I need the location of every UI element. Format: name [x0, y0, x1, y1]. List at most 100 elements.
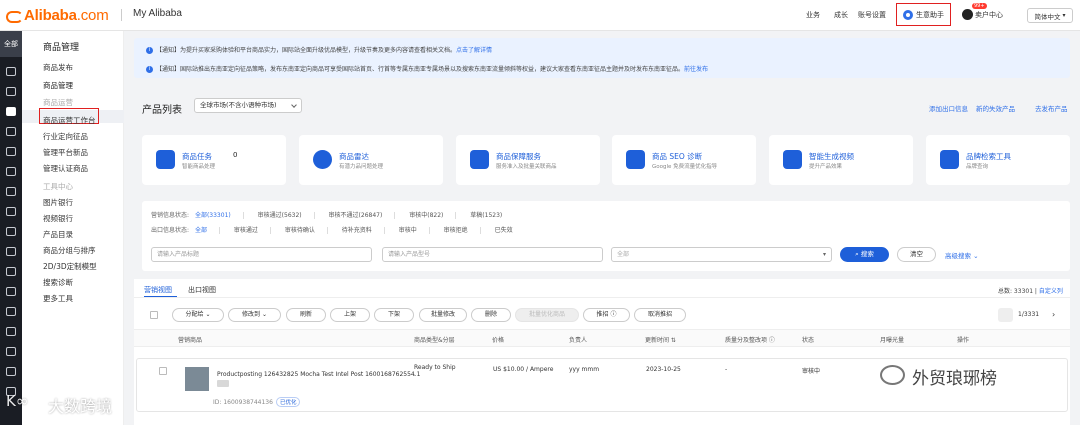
product-icon[interactable] [6, 107, 16, 116]
sidebar: 商品管理 商品发布 商品管理 商品运营 商品运营工作台 行业定向征品 管理平台新… [22, 31, 124, 425]
select-all-checkbox[interactable] [150, 311, 158, 319]
marketing-icon[interactable] [6, 127, 16, 136]
order-icon[interactable] [6, 207, 16, 216]
refresh-button[interactable]: 刷新 [286, 308, 326, 322]
info-icon: i [146, 47, 153, 54]
sidebar-item-industry[interactable]: 行业定向征品 [43, 131, 88, 142]
card-guarantee-service[interactable]: 商品保障服务 服务准入及批量关联商品 [456, 135, 600, 185]
filter-option[interactable]: 审核通过(5632) [258, 212, 302, 219]
home-icon[interactable] [6, 67, 16, 76]
row-checkbox[interactable] [159, 367, 167, 375]
filter-option[interactable]: 已失效 [495, 227, 513, 234]
card-smart-video[interactable]: 智能生成视频 提升产品效果 [769, 135, 913, 185]
globe-icon[interactable] [6, 267, 16, 276]
sidebar-item-certified[interactable]: 管理认证商品 [43, 163, 88, 174]
sidebar-item-image-bank[interactable]: 图片银行 [43, 197, 73, 208]
sidebar-item-video-bank[interactable]: 视频银行 [43, 213, 73, 224]
advanced-search-link[interactable]: 高级搜索 ⌄ [945, 250, 979, 260]
chevron-right-icon[interactable]: › [1052, 310, 1055, 319]
nav-business[interactable]: 业务 [806, 10, 820, 20]
product-status: 审核中 [802, 368, 821, 375]
tool-cards: 商品任务 智能商品处理 0 商品雷达 有潜力品问题处理 商品保障服务 服务准入及… [142, 135, 1070, 185]
publish-product-link[interactable]: 去发布产品 [1035, 103, 1068, 113]
card-product-radar[interactable]: 商品雷达 有潜力品问题处理 [299, 135, 443, 185]
category-select[interactable]: 全部 ▾ [611, 247, 832, 262]
logistics-icon[interactable] [6, 227, 16, 236]
filter-option[interactable]: 草稿(1523) [470, 212, 502, 219]
sort-icon: ⇅ [669, 337, 676, 344]
clear-button[interactable]: 清空 [897, 247, 936, 262]
assign-dropdown[interactable]: 分配给 ⌄ [172, 308, 224, 322]
tab-export-view[interactable]: 出口视图 [188, 285, 216, 295]
filter-option[interactable]: 全部(33301) [195, 212, 231, 219]
alibaba-logo[interactable]: Alibaba.com [6, 6, 109, 24]
product-title[interactable]: Productposting 126432825 Mocha Test Inte… [217, 371, 420, 378]
filter-option[interactable]: 审核通过 [234, 227, 258, 234]
sidebar-item-publish[interactable]: 商品发布 [43, 62, 73, 73]
filter-option[interactable]: 审核中 [399, 227, 417, 234]
book-icon[interactable] [6, 327, 16, 336]
sidebar-item-manage[interactable]: 商品管理 [43, 80, 73, 91]
move-to-dropdown[interactable]: 修改到 ⌄ [228, 308, 281, 322]
message-icon[interactable] [6, 187, 16, 196]
search-button[interactable]: ⌕ 搜索 [840, 247, 889, 262]
nav-account-settings[interactable]: 账号设置 [858, 10, 886, 20]
total-label: 总数: 33301 | [998, 288, 1037, 295]
section-title[interactable]: My Alibaba [133, 8, 182, 19]
shield-icon[interactable] [6, 347, 16, 356]
shop-icon[interactable] [6, 307, 16, 316]
notice-link[interactable]: 点击了解详情 [456, 47, 492, 54]
product-title-input[interactable]: 请输入产品标题 [151, 247, 372, 262]
product-thumbnail[interactable] [185, 367, 209, 391]
sidebar-item-3d-model[interactable]: 2D/3D定制模型 [43, 261, 97, 272]
filter-option[interactable]: 审核拒绝 [444, 227, 468, 234]
list-on-button[interactable]: 上架 [330, 308, 370, 322]
store-icon[interactable] [6, 87, 16, 96]
user-icon[interactable] [6, 287, 16, 296]
sidebar-item-catalog[interactable]: 产品目录 [43, 229, 73, 240]
product-model-input[interactable]: 请输入产品型号 [382, 247, 603, 262]
rail-all[interactable]: 全部 [0, 31, 22, 57]
card-brand-search[interactable]: 品牌检索工具 品牌查询 [926, 135, 1070, 185]
cancel-promote-button[interactable]: 取消推招 [634, 308, 686, 322]
product-quality: - [725, 366, 728, 373]
sidebar-item-more-tools[interactable]: 更多工具 [43, 293, 73, 304]
broadcast-icon[interactable] [6, 167, 16, 176]
card-title: 品牌检索工具 [966, 152, 1011, 161]
add-export-info-link[interactable]: 添加出口信息 [929, 103, 968, 113]
finance-icon[interactable] [6, 247, 16, 256]
delete-button[interactable]: 删除 [471, 308, 511, 322]
sidebar-item-workbench[interactable]: 商品运营工作台 [43, 115, 96, 126]
card-seo-diagnosis[interactable]: 商品 SEO 诊断 Google 免费流量优化指导 [612, 135, 756, 185]
language-select[interactable]: 简体中文 ▾ [1027, 8, 1073, 23]
customize-columns-link[interactable]: 自定义列 [1039, 288, 1063, 295]
filter-option[interactable]: 审核不通过(26847) [329, 212, 383, 219]
nav-growth[interactable]: 成长 [834, 10, 848, 20]
chevron-left-icon[interactable] [998, 308, 1013, 322]
market-select[interactable]: 全球市场(不含小语种市场) [194, 98, 302, 113]
promote-button[interactable]: 推招 ⓘ [583, 308, 630, 322]
sidebar-item-grouping[interactable]: 商品分组与排序 [43, 245, 96, 256]
sidebar-item-search-diagnosis[interactable]: 搜索诊断 [43, 277, 73, 288]
list-off-button[interactable]: 下架 [374, 308, 414, 322]
chart-icon[interactable] [6, 147, 16, 156]
seller-center-link[interactable]: 99+ 卖户中心 [962, 3, 1003, 20]
network-icon[interactable] [6, 367, 16, 376]
col-updated-label: 更新时间 [645, 337, 670, 344]
filter-option[interactable]: 待补充资料 [342, 227, 372, 234]
filter-option[interactable]: 全部 [195, 227, 207, 234]
notice-banner: i 【通知】为提升买家采购体验和平台商品实力，国际站全面升级优品模型，升级节奏及更… [134, 38, 1070, 78]
filter-option[interactable]: 审核待确认 [285, 227, 315, 234]
batch-optimize-button[interactable]: 批量优化商品 [515, 308, 579, 322]
invalid-products-link[interactable]: 新的失效产品 [976, 103, 1015, 113]
filter-option[interactable]: 审核中(822) [409, 212, 443, 219]
task-list-icon [156, 150, 175, 169]
tab-marketing-view[interactable]: 营销视图 [144, 285, 172, 295]
business-assistant-button[interactable]: 生意助手 [896, 3, 951, 26]
batch-edit-button[interactable]: 批量修改 [419, 308, 467, 322]
alibaba-logo-icon [6, 9, 23, 23]
col-updated[interactable]: 更新时间 ⇅ [645, 335, 676, 344]
card-product-tasks[interactable]: 商品任务 智能商品处理 0 [142, 135, 286, 185]
notice-link[interactable]: 前往发布 [684, 66, 708, 73]
sidebar-item-new-products[interactable]: 管理平台新品 [43, 147, 88, 158]
